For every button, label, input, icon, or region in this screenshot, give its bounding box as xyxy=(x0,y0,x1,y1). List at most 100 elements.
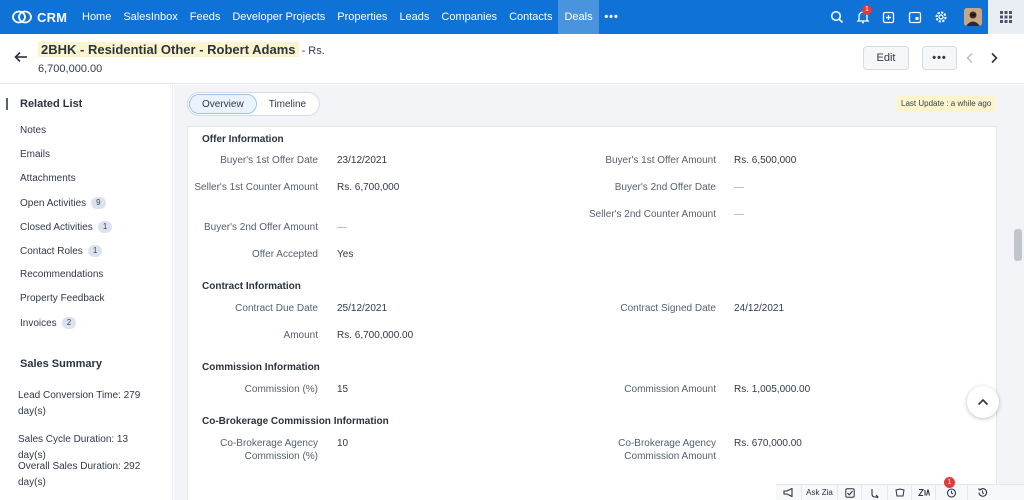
field-value-cobrokerage-percent[interactable]: 10 xyxy=(337,437,348,450)
related-list-sidebar: Related List Notes Emails Attachments Op… xyxy=(0,85,173,500)
field-value-buyer-1st-offer-date[interactable]: 23/12/2021 xyxy=(337,154,387,167)
view-tabs: Overview Timeline xyxy=(187,92,321,116)
related-item-label: Recommendations xyxy=(20,269,104,280)
related-property-feedback[interactable]: Property Feedback xyxy=(20,293,105,304)
field-value-commission-percent[interactable]: 15 xyxy=(337,383,348,396)
lead-conversion-time: Lead Conversion Time: 279 day(s) xyxy=(18,390,141,417)
megaphone-icon[interactable] xyxy=(776,484,802,500)
overall-sales-duration: Overall Sales Duration: 292 day(s) xyxy=(18,461,141,488)
count-badge: 2 xyxy=(61,317,77,329)
related-item-label: Closed Activities xyxy=(20,221,93,233)
vertical-scrollbar[interactable] xyxy=(1014,126,1022,500)
user-avatar[interactable] xyxy=(964,8,982,26)
related-item-label: Open Activities xyxy=(20,197,87,209)
nav-contacts[interactable]: Contacts xyxy=(503,0,558,34)
calendar-add-icon[interactable] xyxy=(876,0,902,34)
calendar-icon[interactable] xyxy=(902,0,928,34)
feedback-icon[interactable] xyxy=(862,484,888,500)
field-label: Buyer's 1st Offer Date xyxy=(220,155,318,166)
related-contact-roles[interactable]: Contact Roles 1 xyxy=(20,245,103,257)
collapse-sidebar-icon[interactable] xyxy=(6,98,9,110)
nav-developer-projects[interactable]: Developer Projects xyxy=(226,0,331,34)
history-icon[interactable] xyxy=(968,485,996,500)
related-invoices[interactable]: Invoices 2 xyxy=(20,317,77,329)
gear-icon[interactable] xyxy=(928,0,954,34)
nav-companies[interactable]: Companies xyxy=(435,0,503,34)
related-item-label: Invoices xyxy=(20,317,57,329)
related-list-title: Related List xyxy=(20,98,83,110)
apps-grid-icon[interactable] xyxy=(988,0,1024,34)
ask-zia-button[interactable]: Ask Zia xyxy=(802,484,838,500)
count-badge: 1 xyxy=(87,245,103,257)
back-arrow-icon[interactable] xyxy=(14,51,28,66)
record-title: 2BHK - Residential Other - Robert Adams xyxy=(38,42,299,57)
field-label: Buyer's 2nd Offer Date xyxy=(614,182,716,193)
field-label: Seller's 1st Counter Amount xyxy=(194,182,318,193)
tab-timeline[interactable]: Timeline xyxy=(257,94,318,114)
zia-icon[interactable] xyxy=(912,484,936,500)
nav-home[interactable]: Home xyxy=(76,0,117,34)
related-item-label: Property Feedback xyxy=(20,293,105,304)
related-emails[interactable]: Emails xyxy=(20,149,50,160)
related-open-activities[interactable]: Open Activities 9 xyxy=(20,197,106,209)
crm-logo[interactable]: CRM xyxy=(0,0,76,34)
field-label: Co-Brokerage Agency Commission Amount xyxy=(618,438,716,462)
more-actions-button[interactable]: ••• xyxy=(922,46,957,70)
nav-more-button[interactable]: ••• xyxy=(599,0,625,34)
scroll-to-top-button[interactable] xyxy=(967,386,999,418)
nav-deals[interactable]: Deals xyxy=(558,0,599,34)
related-item-label: Attachments xyxy=(20,173,76,184)
field-label: Seller's 2nd Counter Amount xyxy=(589,209,716,220)
chevron-up-icon xyxy=(977,398,989,406)
field-value-contract-signed-date[interactable]: 24/12/2021 xyxy=(734,302,784,315)
sales-summary-title: Sales Summary xyxy=(20,358,102,370)
nav-salesinbox[interactable]: SalesInbox xyxy=(117,0,183,34)
related-closed-activities[interactable]: Closed Activities 1 xyxy=(20,221,113,233)
section-title-cobrokerage: Co-Brokerage Commission Information xyxy=(202,416,389,427)
field-label: Amount xyxy=(283,330,318,341)
nav-leads[interactable]: Leads xyxy=(393,0,435,34)
field-label: Buyer's 1st Offer Amount xyxy=(605,155,716,166)
related-recommendations[interactable]: Recommendations xyxy=(20,269,103,280)
checklist-icon[interactable] xyxy=(838,484,862,500)
field-value-cobrokerage-amount[interactable]: Rs. 670,000.00 xyxy=(734,437,802,450)
record-header: 2BHK - Residential Other - Robert Adams … xyxy=(0,34,1024,84)
last-update-indicator: Last Update : a while ago xyxy=(897,96,996,112)
section-title-offer: Offer Information xyxy=(202,134,284,145)
field-value-buyer-2nd-offer-date[interactable]: — xyxy=(734,181,744,194)
field-value-contract-due-date[interactable]: 25/12/2021 xyxy=(337,302,387,315)
field-label: Co-Brokerage Agency Commission (%) xyxy=(220,438,318,462)
nav-feeds[interactable]: Feeds xyxy=(184,0,227,34)
bell-icon[interactable]: 1 xyxy=(850,0,876,34)
edit-button[interactable]: Edit xyxy=(863,46,909,70)
next-record-icon[interactable] xyxy=(990,52,998,67)
brand-name: CRM xyxy=(37,9,68,25)
field-label: Contract Due Date xyxy=(235,303,318,314)
bottom-toolbar: Ask Zia 1 xyxy=(776,476,1024,500)
field-value-contract-amount[interactable]: Rs. 6,700,000.00 xyxy=(337,329,413,342)
field-value-seller-2nd-counter-amount[interactable]: — xyxy=(734,208,744,221)
related-item-label: Contact Roles xyxy=(20,245,83,257)
field-value-seller-1st-counter-amount[interactable]: Rs. 6,700,000 xyxy=(337,181,399,194)
field-label: Buyer's 2nd Offer Amount xyxy=(203,222,318,233)
related-notes[interactable]: Notes xyxy=(20,125,46,136)
alarm-clock-icon[interactable]: 1 xyxy=(936,476,968,500)
section-title-contract: Contract Information xyxy=(202,281,301,292)
scrollbar-thumb[interactable] xyxy=(1014,229,1022,261)
nav-properties[interactable]: Properties xyxy=(331,0,393,34)
previous-record-icon[interactable] xyxy=(966,52,974,67)
related-item-label: Notes xyxy=(20,125,47,136)
field-value-commission-amount[interactable]: Rs. 1,005,000.00 xyxy=(734,383,810,396)
notification-badge: 1 xyxy=(862,5,872,15)
record-details-card: Offer Information Buyer's 1st Offer Date… xyxy=(187,126,997,500)
related-item-label: Emails xyxy=(20,149,51,160)
field-value-buyer-2nd-offer-amount[interactable]: — xyxy=(337,221,347,234)
reply-icon[interactable] xyxy=(888,484,912,500)
tab-overview[interactable]: Overview xyxy=(189,94,257,114)
field-value-offer-accepted[interactable]: Yes xyxy=(337,248,353,261)
count-badge: 9 xyxy=(91,197,106,209)
related-attachments[interactable]: Attachments xyxy=(20,173,76,184)
count-badge: 1 xyxy=(97,221,113,233)
search-icon[interactable] xyxy=(824,0,850,34)
field-value-buyer-1st-offer-amount[interactable]: Rs. 6,500,000 xyxy=(734,154,796,167)
